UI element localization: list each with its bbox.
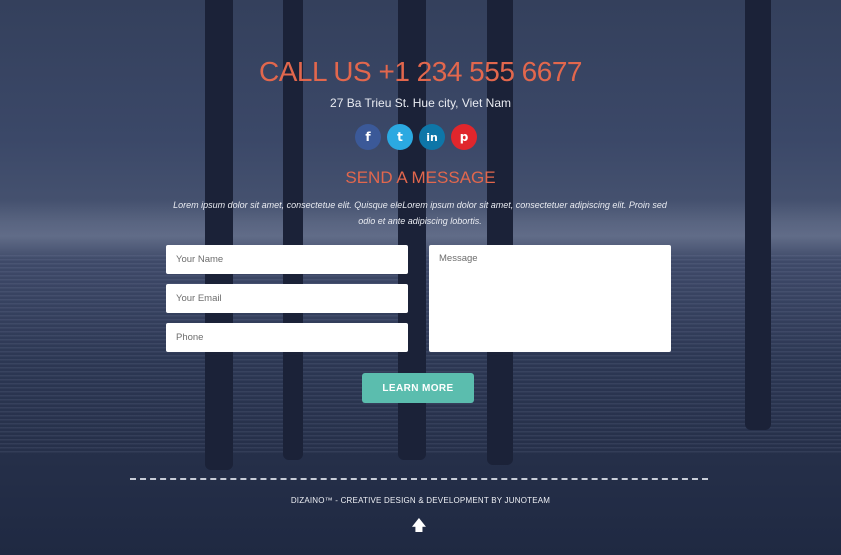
address-text: 27 Ba Trieu St. Hue city, Viet Nam — [330, 96, 511, 110]
footer-credit: DIZAINO™ - CREATIVE DESIGN & DEVELOPMENT… — [290, 496, 551, 505]
name-input[interactable] — [166, 245, 408, 274]
contact-section: CALL US +1 234 555 6677 27 Ba Trieu St. … — [0, 0, 841, 555]
intro-paragraph: Lorem ipsum dolor sit amet, consectetue … — [173, 200, 667, 226]
send-message-heading: SEND A MESSAGE — [345, 168, 496, 187]
pinterest-icon[interactable]: p — [451, 124, 477, 150]
footer-divider — [130, 478, 708, 480]
up-arrow-icon[interactable]: 🡅 — [411, 516, 427, 534]
phone-input[interactable] — [166, 323, 408, 352]
email-input[interactable] — [166, 284, 408, 313]
call-us-heading: CALL US +1 234 555 6677 — [259, 56, 582, 87]
linkedin-icon[interactable]: in — [419, 124, 445, 150]
message-textarea[interactable] — [429, 245, 671, 352]
twitter-icon[interactable]: t — [387, 124, 413, 150]
learn-more-button[interactable]: LEARN MORE — [362, 373, 474, 403]
facebook-icon[interactable]: f — [355, 124, 381, 150]
social-links: f t in p — [355, 124, 485, 150]
